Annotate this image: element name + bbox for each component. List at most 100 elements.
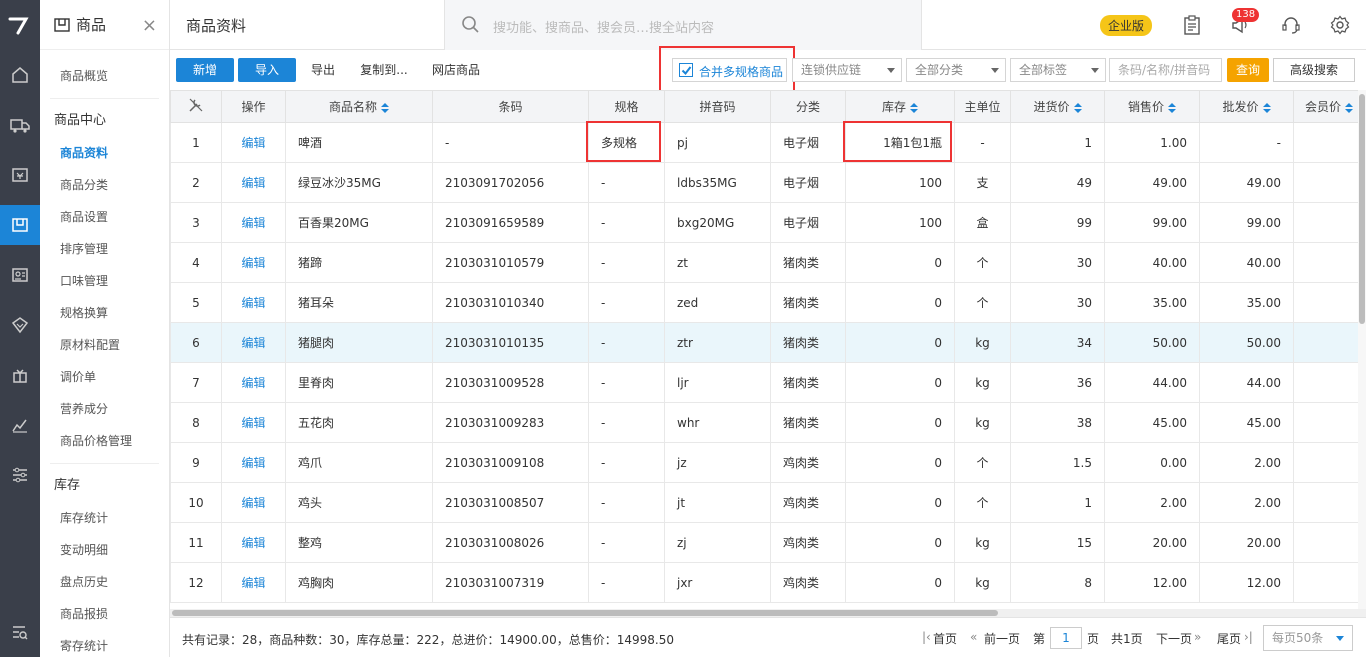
gift-icon[interactable] (0, 355, 40, 395)
header-member-price[interactable]: 会员价 (1293, 90, 1365, 123)
table-row[interactable]: 12 编辑 鸡胸肉 2103031007319- jxr 鸡肉类 0 kg 8 12.00 12.0… (170, 562, 1365, 603)
sidebar-item-goods-info[interactable]: 商品资料 (40, 137, 169, 169)
advanced-search-button[interactable]: 高级搜索 (1273, 58, 1355, 82)
header-stock[interactable]: 库存 (845, 90, 955, 123)
edit-link[interactable]: 编辑 (221, 322, 286, 363)
sidebar-item-deposit-stats[interactable]: 寄存统计 (40, 630, 169, 657)
copy-to-button[interactable]: 复制到... (356, 58, 412, 82)
edit-link[interactable]: 编辑 (221, 402, 286, 443)
sort-icon[interactable] (1345, 102, 1353, 113)
sort-icon[interactable] (910, 102, 918, 113)
home-icon[interactable] (0, 55, 40, 95)
diamond-icon[interactable] (0, 305, 40, 345)
sidebar-item-stocktake-history[interactable]: 盘点历史 (40, 566, 169, 598)
edit-link[interactable]: 编辑 (221, 362, 286, 403)
edit-link[interactable]: 编辑 (221, 202, 286, 243)
sort-icon[interactable] (1262, 102, 1271, 113)
scrollbar-thumb[interactable] (1359, 94, 1365, 324)
header-name[interactable]: 商品名称 (285, 90, 433, 123)
wrench-icon (189, 98, 203, 112)
sort-icon[interactable] (381, 102, 389, 113)
online-store-button[interactable]: 网店商品 (428, 58, 484, 82)
truck-icon[interactable] (0, 105, 40, 145)
category-select[interactable]: 全部分类 (906, 58, 1006, 82)
page-size-select[interactable]: 每页50条 (1263, 625, 1353, 651)
search-list-icon[interactable] (0, 612, 40, 652)
table-row[interactable]: 7 编辑 里脊肉 2103031009528- ljr 猪肉类 0 kg 36 44.00 44.0… (170, 362, 1365, 403)
sidebar-item-spec-convert[interactable]: 规格换算 (40, 297, 169, 329)
sliders-icon[interactable] (0, 455, 40, 495)
edit-link[interactable]: 编辑 (221, 122, 286, 163)
header-wholesale-price[interactable]: 批发价 (1199, 90, 1294, 123)
query-button[interactable]: 查询 (1227, 58, 1269, 82)
first-page-button[interactable]: 首页 (933, 630, 957, 647)
code-search-input[interactable]: 条码/名称/拼音码 (1109, 58, 1222, 82)
sidebar-item-inventory-stats[interactable]: 库存统计 (40, 502, 169, 534)
edit-link[interactable]: 编辑 (221, 442, 286, 483)
sort-icon[interactable] (1168, 102, 1176, 113)
sidebar-item-overview[interactable]: 商品概览 (40, 60, 169, 92)
table-row[interactable]: 10 编辑 鸡头 2103031008507- jt 鸡肉类 0 个 1 2.00 2.00 (170, 482, 1365, 523)
sidebar-item-flavor[interactable]: 口味管理 (40, 265, 169, 297)
table-row[interactable]: 11 编辑 整鸡 2103031008026- zj 鸡肉类 0 kg 15 20.00 20.00 (170, 522, 1365, 563)
sidebar-item-nutrition[interactable]: 营养成分 (40, 393, 169, 425)
table-row[interactable]: 4 编辑 猪蹄 2103031010579- zt 猪肉类 0 个 30 40.00 40.00 (170, 242, 1365, 283)
clipboard-icon[interactable] (1180, 13, 1204, 37)
table-row[interactable]: 2 编辑 绿豆冰沙35MG 2103091702056- ldbs35MG 电子烟 100 支… (170, 162, 1365, 203)
gear-icon[interactable] (1328, 13, 1352, 37)
table-row[interactable]: 8 编辑 五花肉 2103031009283- whr 猪肉类 0 kg 38 45.00 45.0… (170, 402, 1365, 443)
tag-select[interactable]: 全部标签 (1010, 58, 1106, 82)
sidebar-item-loss-report[interactable]: 商品报损 (40, 598, 169, 630)
chart-icon[interactable] (0, 405, 40, 445)
goods-icon[interactable] (0, 205, 40, 245)
row-index: 6 (170, 322, 222, 363)
member-card-icon[interactable] (0, 255, 40, 295)
add-button[interactable]: 新增 (176, 58, 234, 82)
scrollbar-thumb[interactable] (172, 610, 998, 616)
edit-link[interactable]: 编辑 (221, 242, 286, 283)
cashier-icon[interactable] (0, 155, 40, 195)
prev-page-icon[interactable]: « (970, 630, 977, 644)
import-button[interactable]: 导入 (238, 58, 296, 82)
page-number-input[interactable]: 1 (1050, 627, 1082, 649)
horizontal-scrollbar[interactable] (170, 609, 1366, 617)
table-row[interactable]: 5 编辑 猪耳朵 2103031010340- zed 猪肉类 0 个 30 35.00 35.00 (170, 282, 1365, 323)
next-page-button[interactable]: 下一页 (1156, 630, 1192, 647)
table-row[interactable]: 1 编辑 啤酒 - 多规格 pj 电子烟 1箱1包1瓶 -1 1.00- (170, 122, 1365, 163)
sidebar-item-goods-category[interactable]: 商品分类 (40, 169, 169, 201)
sidebar-item-price-adjust[interactable]: 调价单 (40, 361, 169, 393)
prev-page-button[interactable]: 前一页 (984, 630, 1020, 647)
export-button[interactable]: 导出 (306, 58, 340, 82)
header-purchase-price[interactable]: 进货价 (1010, 90, 1105, 123)
sort-icon[interactable] (1073, 102, 1082, 113)
close-icon[interactable]: × (142, 15, 157, 36)
vertical-scrollbar[interactable] (1358, 90, 1366, 609)
edition-badge[interactable]: 企业版 (1100, 15, 1153, 36)
stock: 0 (845, 322, 955, 363)
last-page-icon[interactable]: ›| (1244, 630, 1253, 644)
edit-link[interactable]: 编辑 (221, 282, 286, 323)
merge-spec-toggle[interactable]: 合并多规格商品 (672, 58, 787, 82)
merge-spec-checkbox[interactable] (679, 63, 693, 77)
table-row[interactable]: 6 编辑 猪腿肉 2103031010135- ztr 猪肉类 0 kg 34 50.00 50.0… (170, 322, 1365, 363)
edit-link[interactable]: 编辑 (221, 482, 286, 523)
column-settings[interactable] (170, 90, 222, 123)
customer-service-icon[interactable] (1279, 13, 1303, 37)
edit-link[interactable]: 编辑 (221, 162, 286, 203)
last-page-button[interactable]: 尾页 (1217, 630, 1241, 647)
table-row[interactable]: 3 编辑 百香果20MG 2103091659589- bxg20MG 电子烟 100 盒 99… (170, 202, 1365, 243)
header-sale-price[interactable]: 销售价 (1104, 90, 1200, 123)
sidebar-item-goods-settings[interactable]: 商品设置 (40, 201, 169, 233)
table-row[interactable]: 9 编辑 鸡爪 2103031009108- jz 鸡肉类 0 个 1.5 0.00 2.00 (170, 442, 1365, 483)
sidebar-item-raw-material[interactable]: 原材料配置 (40, 329, 169, 361)
global-search[interactable]: 搜功能、搜商品、搜会员…搜全站内容 (444, 0, 922, 50)
edit-link[interactable]: 编辑 (221, 562, 286, 603)
next-page-icon[interactable]: » (1194, 630, 1201, 644)
sidebar-item-price-mgmt[interactable]: 商品价格管理 (40, 425, 169, 457)
logo-icon[interactable] (0, 0, 40, 50)
sidebar-item-change-detail[interactable]: 变动明细 (40, 534, 169, 566)
supply-chain-select[interactable]: 连锁供应链 (792, 58, 902, 82)
edit-link[interactable]: 编辑 (221, 522, 286, 563)
sidebar-item-sort[interactable]: 排序管理 (40, 233, 169, 265)
first-page-icon[interactable]: |‹ (922, 630, 931, 644)
